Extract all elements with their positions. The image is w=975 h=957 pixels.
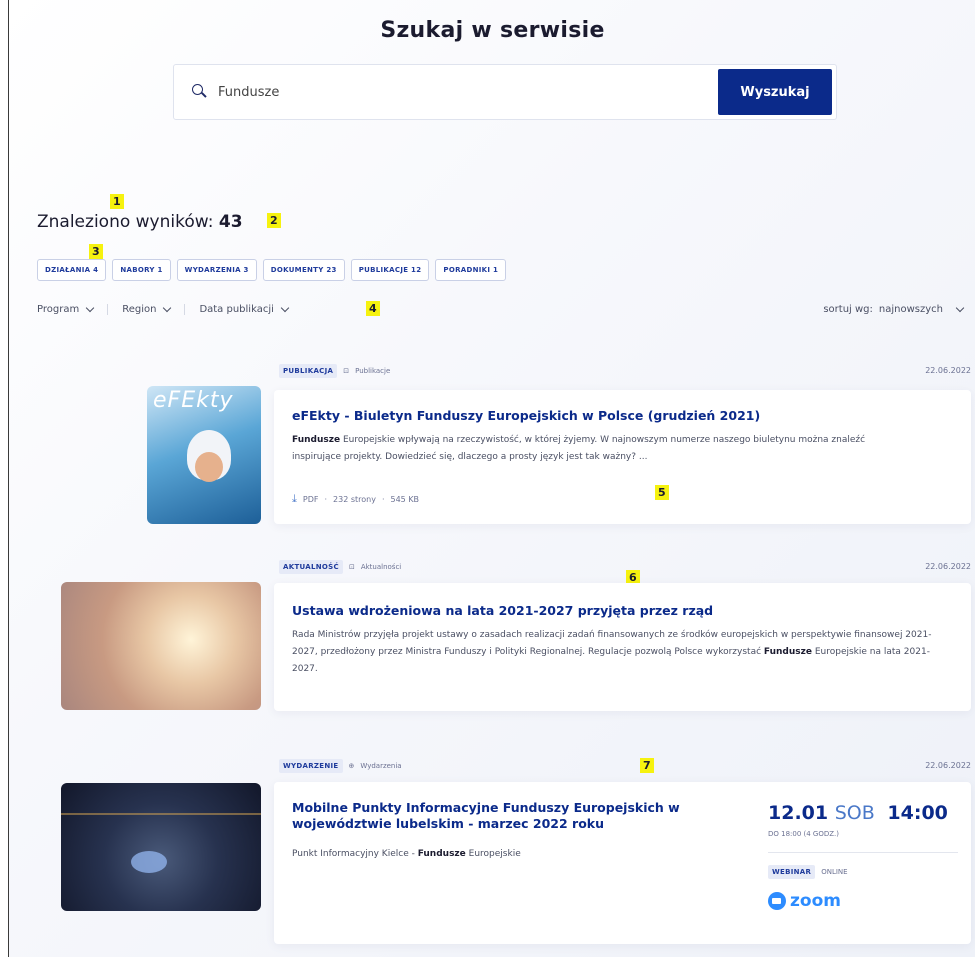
- item-category: Wydarzenia: [360, 762, 402, 770]
- results-count: Znaleziono wyników: 43: [37, 212, 243, 232]
- filter-tag-poradniki[interactable]: PORADNIKI 1: [435, 259, 507, 281]
- annotation-marker-5: 5: [655, 485, 669, 500]
- page-frame: Szukaj w serwisie Wyszukaj 1 Znaleziono …: [8, 0, 975, 957]
- search-icon: [192, 84, 208, 100]
- file-info: ⤓ PDF · 232 strony · 545 KB: [292, 492, 419, 506]
- description-text: Punkt Informacyjny Kielce -: [292, 849, 418, 859]
- item-meta: WYDARZENIE ⊕ Wydarzenia: [279, 759, 402, 773]
- file-pages: 232 strony: [333, 494, 376, 504]
- event-format: WEBINAR ONLINE: [768, 865, 958, 879]
- filter-tag-nabory[interactable]: NABORY 1: [112, 259, 171, 281]
- page-title: Szukaj w serwisie: [380, 18, 605, 43]
- date-dropdown-label: Data publikacji: [199, 304, 274, 315]
- event-kind-badge: WEBINAR: [768, 865, 816, 879]
- sort-value: najnowszych: [878, 304, 943, 315]
- event-time: 14:00: [887, 802, 948, 824]
- event-day: 12.01: [768, 802, 829, 824]
- item-meta: AKTUALNOŚĆ ⊡ Aktualności: [279, 560, 401, 574]
- lock-icon: ⊡: [343, 367, 350, 375]
- region-dropdown-label: Region: [122, 304, 157, 315]
- annotation-marker-2: 2: [267, 213, 281, 228]
- event-thumbnail[interactable]: [61, 783, 261, 911]
- item-category: Publikacje: [355, 367, 391, 375]
- item-title[interactable]: eFEkty - Biuletyn Funduszy Europejskich …: [292, 408, 760, 424]
- zoom-wordmark: zoom: [790, 891, 841, 911]
- event-info: 12.01 SOB 14:00 DO 18:00 (4 GODZ.) WEBIN…: [768, 802, 958, 911]
- filter-tag-dokumenty[interactable]: DOKUMENTY 23: [262, 259, 345, 281]
- item-description: Rada Ministrów przyjęła projekt ustawy o…: [292, 627, 952, 678]
- lock-icon: ⊡: [348, 563, 355, 571]
- separator-dot: ·: [324, 494, 328, 504]
- download-icon[interactable]: ⤓: [292, 492, 297, 506]
- item-category: Aktualności: [360, 563, 402, 571]
- description-text: Europejskie wpływają na rzeczywistość, w…: [292, 435, 866, 462]
- event-mode: ONLINE: [821, 868, 848, 876]
- highlight: Fundusze: [763, 647, 812, 657]
- sort-label: sortuj wg:: [823, 304, 873, 315]
- item-type-badge: WYDARZENIE: [279, 759, 343, 773]
- search-box: Wyszukaj: [173, 64, 837, 120]
- region-dropdown[interactable]: Region: [122, 303, 186, 315]
- file-type: PDF: [302, 494, 319, 504]
- item-date: 22.06.2022: [925, 761, 971, 770]
- results-number: 43: [218, 212, 243, 232]
- highlight: Fundusze: [292, 435, 341, 445]
- event-datetime: 12.01 SOB 14:00: [768, 802, 958, 824]
- item-type-badge: PUBLIKACJA: [279, 364, 338, 378]
- chevron-down-icon: [955, 303, 965, 313]
- divider: [768, 852, 958, 853]
- chevron-down-icon: [85, 303, 95, 313]
- publication-thumbnail[interactable]: eFEkty: [147, 386, 261, 524]
- thumbnail-road: [61, 813, 261, 815]
- result-card: Mobilne Punkty Informacyjne Funduszy Eur…: [274, 782, 971, 944]
- zoom-icon: [768, 892, 786, 910]
- sort-dropdown[interactable]: sortuj wg: najnowszych: [823, 303, 965, 315]
- chevron-down-icon: [280, 303, 290, 313]
- item-title[interactable]: Mobilne Punkty Informacyjne Funduszy Eur…: [292, 800, 692, 832]
- file-size: 545 KB: [390, 494, 420, 504]
- filter-tag-publikacje[interactable]: PUBLIKACJE 12: [350, 259, 430, 281]
- results-label: Znaleziono wyników:: [37, 212, 214, 232]
- item-date: 22.06.2022: [925, 366, 971, 375]
- item-date: 22.06.2022: [925, 562, 971, 571]
- item-description: Fundusze Europejskie wpływają na rzeczyw…: [292, 432, 912, 466]
- event-weekday: SOB: [834, 802, 875, 824]
- filter-tags: DZIAŁANIA 4 NABORY 1 WYDARZENIA 3 DOKUME…: [37, 259, 507, 281]
- thumbnail-face: [195, 452, 223, 482]
- search-input[interactable]: [218, 84, 718, 100]
- item-title[interactable]: Ustawa wdrożeniowa na lata 2021-2027 prz…: [292, 603, 713, 619]
- date-dropdown[interactable]: Data publikacji: [199, 303, 301, 315]
- item-meta: PUBLIKACJA ⊡ Publikacje: [279, 364, 390, 378]
- zoom-logo: zoom: [768, 891, 958, 911]
- thumbnail-title: eFEkty: [153, 388, 234, 413]
- filter-dropdowns: Program Region Data publikacji: [37, 303, 316, 315]
- annotation-marker-3: 3: [89, 244, 103, 259]
- result-card: eFEkty - Biuletyn Funduszy Europejskich …: [274, 390, 971, 524]
- search-button[interactable]: Wyszukaj: [718, 69, 832, 115]
- highlight: Fundusze: [417, 849, 466, 859]
- item-description: Punkt Informacyjny Kielce - Fundusze Eur…: [292, 846, 521, 863]
- news-thumbnail[interactable]: [61, 582, 261, 710]
- program-dropdown-label: Program: [37, 304, 80, 315]
- separator-dot: ·: [381, 494, 385, 504]
- filter-tag-dzialania[interactable]: DZIAŁANIA 4: [37, 259, 107, 281]
- event-until: DO 18:00 (4 GODZ.): [768, 830, 840, 838]
- annotation-marker-4: 4: [366, 301, 380, 316]
- annotation-marker-1: 1: [110, 194, 124, 209]
- filter-tag-wydarzenia[interactable]: WYDARZENIA 3: [176, 259, 257, 281]
- item-type-badge: AKTUALNOŚĆ: [279, 560, 343, 574]
- program-dropdown[interactable]: Program: [37, 303, 109, 315]
- chevron-down-icon: [163, 303, 172, 313]
- result-card: Ustawa wdrożeniowa na lata 2021-2027 prz…: [274, 583, 971, 711]
- annotation-marker-7: 7: [640, 758, 654, 773]
- description-text-end: Europejskie: [465, 849, 521, 859]
- globe-icon: ⊕: [348, 762, 355, 770]
- thumbnail-highlight: [131, 851, 167, 873]
